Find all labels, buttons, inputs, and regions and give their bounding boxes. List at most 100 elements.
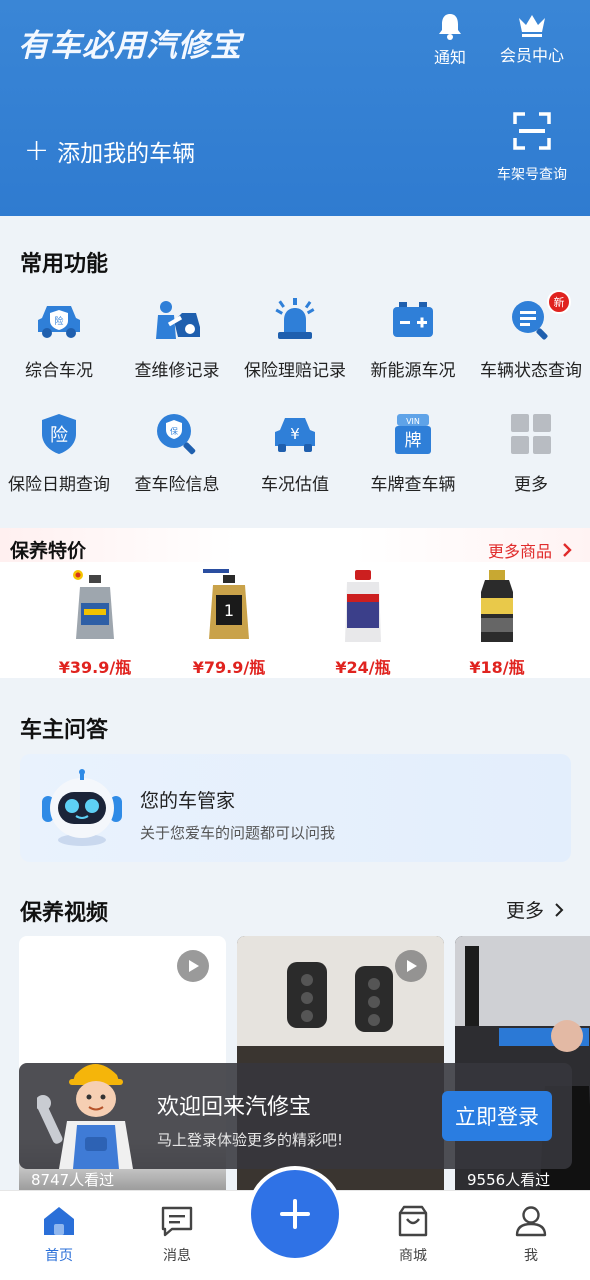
nav-mall-label: 商城: [399, 1248, 427, 1264]
func-label: 保险日期查询: [8, 475, 110, 495]
additive-bottle-image: [462, 566, 532, 646]
scan-icon: [513, 112, 551, 150]
func-insurance-info[interactable]: 保 查车险信息: [118, 410, 236, 504]
car-butler-card[interactable]: 您的车管家 关于您爱车的问题都可以问我: [20, 754, 571, 862]
video-views: 9556人看过: [467, 1171, 551, 1189]
add-vehicle-label: 添加我的车辆: [57, 141, 196, 167]
new-badge: 新: [547, 290, 571, 314]
mechanic-icon: [153, 296, 201, 344]
search-doc-icon: 新: [507, 290, 571, 344]
member-label: 会员中心: [500, 46, 565, 65]
login-prompt-subtitle: 马上登录体验更多的精彩吧!: [157, 1131, 344, 1149]
func-label: 保险理赔记录: [244, 361, 346, 381]
videos-more-label: 更多: [505, 900, 544, 922]
func-label: 车况估值: [261, 475, 329, 495]
oil-bottle-image: [60, 566, 130, 646]
product-card[interactable]: ¥39.9/瓶: [28, 566, 162, 678]
car-price-icon: ¥: [271, 410, 319, 458]
shopping-bag-icon: [398, 1205, 428, 1237]
common-functions-title: 常用功能: [20, 252, 109, 277]
login-button[interactable]: 立即登录: [442, 1091, 552, 1141]
product-card[interactable]: ¥18/瓶: [430, 566, 564, 678]
func-plate-lookup[interactable]: VIN 牌 车牌查车辆: [354, 410, 472, 504]
nav-home[interactable]: 首页: [19, 1205, 99, 1265]
product-price: ¥39.9/瓶: [58, 658, 132, 677]
vin-query-label: 车架号查询: [497, 167, 567, 183]
nav-messages-label: 消息: [163, 1248, 191, 1264]
func-label: 查车险信息: [134, 475, 220, 495]
specials-title: 保养特价: [10, 540, 87, 562]
login-prompt-title: 欢迎回来汽修宝: [157, 1095, 312, 1120]
func-comprehensive-condition[interactable]: 险 综合车况: [0, 296, 118, 390]
nav-me[interactable]: 我: [491, 1205, 571, 1265]
play-icon: [177, 950, 209, 982]
func-label: 更多: [514, 475, 548, 495]
play-icon: [395, 950, 427, 982]
plate-vin-icon: VIN 牌: [389, 410, 437, 458]
insurance-search-icon: 保: [153, 410, 201, 458]
chevron-right-icon: [555, 902, 564, 917]
svg-text:险: 险: [54, 315, 63, 327]
nav-mall[interactable]: 商城: [373, 1205, 453, 1265]
battery-icon: [389, 296, 437, 344]
func-valuation[interactable]: ¥ 车况估值: [236, 410, 354, 504]
func-new-energy[interactable]: 新能源车况: [354, 296, 472, 390]
notify-button[interactable]: 通知: [434, 12, 466, 68]
crown-icon: [519, 15, 545, 37]
svg-text:¥: ¥: [290, 425, 300, 443]
video-views: 8747人看过: [31, 1171, 115, 1189]
message-icon: [161, 1206, 193, 1237]
qa-title: 车主问答: [20, 718, 109, 743]
mechanic-avatar-icon: [35, 1051, 155, 1169]
func-label: 查维修记录: [134, 361, 220, 381]
bell-icon: [439, 14, 461, 40]
nav-messages[interactable]: 消息: [137, 1205, 217, 1265]
nav-home-label: 首页: [45, 1248, 73, 1264]
svg-text:1: 1: [224, 601, 234, 620]
func-label: 车辆状态查询: [480, 361, 582, 381]
func-insurance-claims[interactable]: 保险理赔记录: [236, 296, 354, 390]
qa-card-subtitle: 关于您爱车的问题都可以问我: [140, 824, 336, 842]
product-price: ¥79.9/瓶: [192, 658, 266, 677]
func-label: 新能源车况: [370, 361, 456, 381]
add-vehicle-button[interactable]: + 添加我的车辆: [24, 134, 195, 168]
func-more[interactable]: 更多: [472, 410, 590, 504]
func-vehicle-status[interactable]: 新 车辆状态查询: [472, 290, 590, 390]
vin-query-button[interactable]: 车架号查询: [497, 112, 567, 184]
chevron-right-icon: [563, 543, 572, 557]
home-icon: [44, 1207, 74, 1235]
svg-text:险: 险: [50, 425, 68, 446]
func-repair-records[interactable]: 查维修记录: [118, 296, 236, 390]
product-list: ¥39.9/瓶 1 ¥79.9/瓶 ¥24/瓶 ¥18/瓶: [0, 566, 590, 678]
header: 有车必用汽修宝 通知 会员中心 + 添加我的车辆 车架号查询: [0, 0, 590, 216]
common-functions-section: 常用功能 险 综合车况 查维修记录 保险理赔记录 新能源车况 新 车辆状态查询 …: [0, 216, 590, 528]
car-shield-icon: 险: [35, 296, 83, 344]
robot-avatar-icon: [40, 768, 124, 848]
func-label: 车牌查车辆: [370, 475, 456, 495]
func-insurance-date[interactable]: 险 保险日期查询: [0, 410, 118, 504]
login-prompt-banner: 欢迎回来汽修宝 马上登录体验更多的精彩吧! 立即登录: [19, 1063, 572, 1169]
videos-more-link[interactable]: 更多: [506, 896, 568, 923]
plus-icon: [280, 1199, 310, 1229]
add-fab-button[interactable]: [247, 1166, 343, 1262]
func-label: 综合车况: [25, 361, 93, 381]
more-goods-link[interactable]: 更多商品: [488, 538, 576, 562]
more-goods-label: 更多商品: [487, 542, 552, 561]
product-card[interactable]: ¥24/瓶: [296, 566, 430, 678]
product-price: ¥18/瓶: [469, 658, 525, 677]
notify-label: 通知: [434, 48, 467, 67]
svg-text:牌: 牌: [405, 431, 422, 451]
grid-more-icon: [507, 410, 555, 458]
user-icon: [515, 1206, 547, 1237]
qa-card-title: 您的车管家: [140, 790, 236, 812]
member-center-button[interactable]: 会员中心: [500, 12, 564, 66]
plus-icon: +: [24, 133, 50, 168]
product-price: ¥24/瓶: [335, 658, 391, 677]
videos-title: 保养视频: [20, 901, 109, 926]
svg-text:保: 保: [170, 426, 178, 436]
product-card[interactable]: 1 ¥79.9/瓶: [162, 566, 296, 678]
app-title: 有车必用汽修宝: [18, 28, 242, 64]
maintenance-specials-section: 保养特价 更多商品 ¥39.9/瓶 1 ¥79.9/瓶 ¥24/瓶 ¥18/瓶: [0, 528, 590, 678]
function-grid: 险 综合车况 查维修记录 保险理赔记录 新能源车况 新 车辆状态查询 险 保险日…: [0, 290, 590, 504]
fluid-bottle-image: [328, 566, 398, 646]
